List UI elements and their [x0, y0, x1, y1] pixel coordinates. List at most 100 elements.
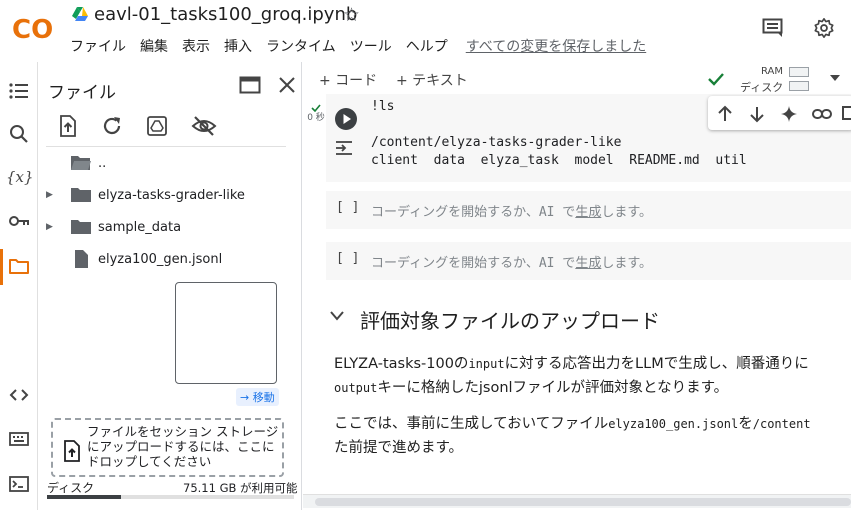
disk-resource-label: ディスク	[740, 81, 784, 94]
notebook-toolbar: + コード + テキスト RAM ディスク	[303, 62, 851, 96]
tree-row-folder[interactable]: ▶ sample_data	[38, 215, 181, 239]
menu-tools[interactable]: ツール	[350, 36, 392, 56]
refresh-icon[interactable]	[100, 114, 124, 138]
save-status-link[interactable]: すべての変更を保存しました	[466, 36, 646, 56]
gemini-sparkle-icon[interactable]	[780, 105, 798, 123]
menu-file[interactable]: ファイル	[70, 36, 126, 56]
divider	[46, 146, 286, 147]
ram-bar[interactable]	[789, 67, 809, 77]
link-icon[interactable]	[812, 105, 832, 123]
folder-icon	[71, 220, 91, 234]
empty-code-cell[interactable]: [ ] コーディングを開始するか、AI で生成します。	[326, 242, 851, 280]
run-cell-button[interactable]	[334, 107, 358, 131]
cell-placeholder: コーディングを開始するか、AI で生成します。	[371, 256, 653, 271]
cell-bracket: [ ]	[336, 251, 360, 266]
hide-files-icon[interactable]	[191, 114, 217, 138]
execution-status: 0 秒	[306, 104, 326, 124]
inline-code: input	[468, 357, 505, 371]
disk-free: 75.11 GB が利用可能	[183, 481, 298, 495]
expand-arrow-icon[interactable]: ▶	[46, 222, 58, 232]
variables-icon[interactable]: {x}	[6, 166, 32, 188]
colab-logo[interactable]: CO	[10, 10, 58, 46]
add-code-button[interactable]: + コード	[319, 70, 377, 90]
menu-help[interactable]: ヘルプ	[406, 36, 448, 56]
move-up-icon[interactable]	[716, 105, 734, 123]
star-icon[interactable]: ☆	[343, 4, 360, 26]
output-line: client data elyza_task model README.md u…	[371, 153, 747, 168]
collapse-chevron-icon[interactable]	[330, 311, 344, 321]
file-panel: ファイル .. ▶ elyza-tasks-grader-like ▶ samp…	[38, 62, 302, 510]
search-icon[interactable]	[8, 123, 30, 145]
key-icon[interactable]	[8, 210, 30, 232]
output-line: /content/elyza-tasks-grader-like	[371, 135, 622, 150]
empty-code-cell[interactable]: [ ] コーディングを開始するか、AI で生成します。	[326, 191, 851, 229]
drop-zone[interactable]: ファイルをセッション ストレージにアップロードするには、ここにドロップしてくださ…	[51, 418, 284, 477]
move-button[interactable]: → 移動	[236, 388, 279, 406]
drop-zone-text: ファイルをセッション ストレージにアップロードするには、ここにドロップしてくださ…	[87, 424, 279, 469]
folder-icon	[71, 188, 91, 202]
section-heading: 評価対象ファイルのアップロード	[360, 309, 660, 333]
comment-icon[interactable]	[762, 18, 784, 38]
chevron-down-icon[interactable]	[829, 74, 841, 82]
inline-code: /content	[752, 417, 811, 431]
active-indicator	[0, 249, 3, 285]
expand-arrow-icon[interactable]: ▶	[46, 190, 58, 200]
code-source[interactable]: !ls	[371, 99, 394, 114]
text-paragraph: ELYZA-tasks-100のinputに対する応答出力をLLMで生成し、順番…	[334, 356, 809, 396]
execution-time: 0 秒	[307, 113, 325, 123]
folder-open-icon	[71, 156, 91, 170]
move-label: 移動	[252, 391, 275, 404]
add-text-button[interactable]: + テキスト	[396, 70, 468, 90]
cell-output: /content/elyza-tasks-grader-like client …	[371, 134, 747, 170]
upload-file-icon	[63, 440, 81, 462]
menu-bar: ファイル 編集 表示 挿入 ランタイム ツール ヘルプ すべての変更を保存しまし…	[70, 36, 646, 56]
gear-icon[interactable]	[813, 17, 835, 39]
tree-row-parent[interactable]: ..	[38, 151, 106, 175]
google-drive-icon[interactable]	[71, 6, 89, 22]
command-palette-icon[interactable]	[8, 428, 30, 450]
top-header: CO eavl-01_tasks100_groq.ipynb ☆ ファイル 編集…	[0, 0, 851, 62]
comment-icon[interactable]	[842, 105, 851, 123]
tree-label: ..	[98, 155, 107, 171]
generate-link[interactable]: 生成	[575, 205, 601, 220]
disk-usage-bar	[47, 495, 294, 499]
generate-link[interactable]: 生成	[575, 256, 601, 271]
cell-placeholder: コーディングを開始するか、AI で生成します。	[371, 205, 653, 220]
terminal-icon[interactable]	[8, 473, 30, 495]
code-snippets-icon[interactable]	[8, 384, 30, 406]
svg-text:CO: CO	[12, 15, 53, 45]
folder-icon[interactable]	[8, 255, 30, 277]
horizontal-scrollbar[interactable]	[303, 494, 851, 508]
inline-code: output	[334, 381, 378, 395]
tree-label: sample_data	[98, 219, 182, 235]
menu-insert[interactable]: 挿入	[224, 36, 252, 56]
inline-code: elyza100_gen.jsonl	[608, 417, 739, 431]
cell-bracket: [ ]	[336, 200, 360, 215]
tree-row-file[interactable]: elyza100_gen.jsonl	[38, 247, 222, 271]
menu-runtime[interactable]: ランタイム	[266, 36, 336, 56]
close-icon[interactable]	[278, 76, 296, 94]
open-in-tab-icon[interactable]	[239, 76, 261, 94]
table-of-contents-icon[interactable]	[8, 80, 30, 102]
tree-label: elyza-tasks-grader-like	[98, 187, 245, 203]
svg-text:{x}: {x}	[6, 168, 32, 186]
move-down-icon[interactable]	[748, 105, 766, 123]
disk-label: ディスク	[47, 481, 95, 495]
mount-drive-icon[interactable]	[145, 114, 169, 138]
tree-row-folder[interactable]: ▶ elyza-tasks-grader-like	[38, 183, 245, 207]
menu-edit[interactable]: 編集	[140, 36, 168, 56]
check-icon	[707, 72, 725, 86]
disk-resource-bar[interactable]	[789, 81, 809, 91]
tree-label: elyza100_gen.jsonl	[98, 251, 223, 267]
panel-title: ファイル	[48, 83, 116, 103]
disk-usage-fill	[47, 495, 122, 499]
file-icon	[75, 250, 88, 268]
upload-file-icon[interactable]	[56, 114, 80, 138]
notebook-main: + コード + テキスト RAM ディスク 0 秒 !ls /content/e…	[303, 62, 851, 510]
scrollbar-thumb[interactable]	[315, 498, 851, 506]
menu-view[interactable]: 表示	[182, 36, 210, 56]
notebook-title[interactable]: eavl-01_tasks100_groq.ipynb	[94, 4, 357, 25]
output-actions-icon[interactable]	[334, 138, 356, 158]
left-rail: {x}	[0, 62, 38, 510]
ram-label: RAM	[761, 66, 784, 77]
